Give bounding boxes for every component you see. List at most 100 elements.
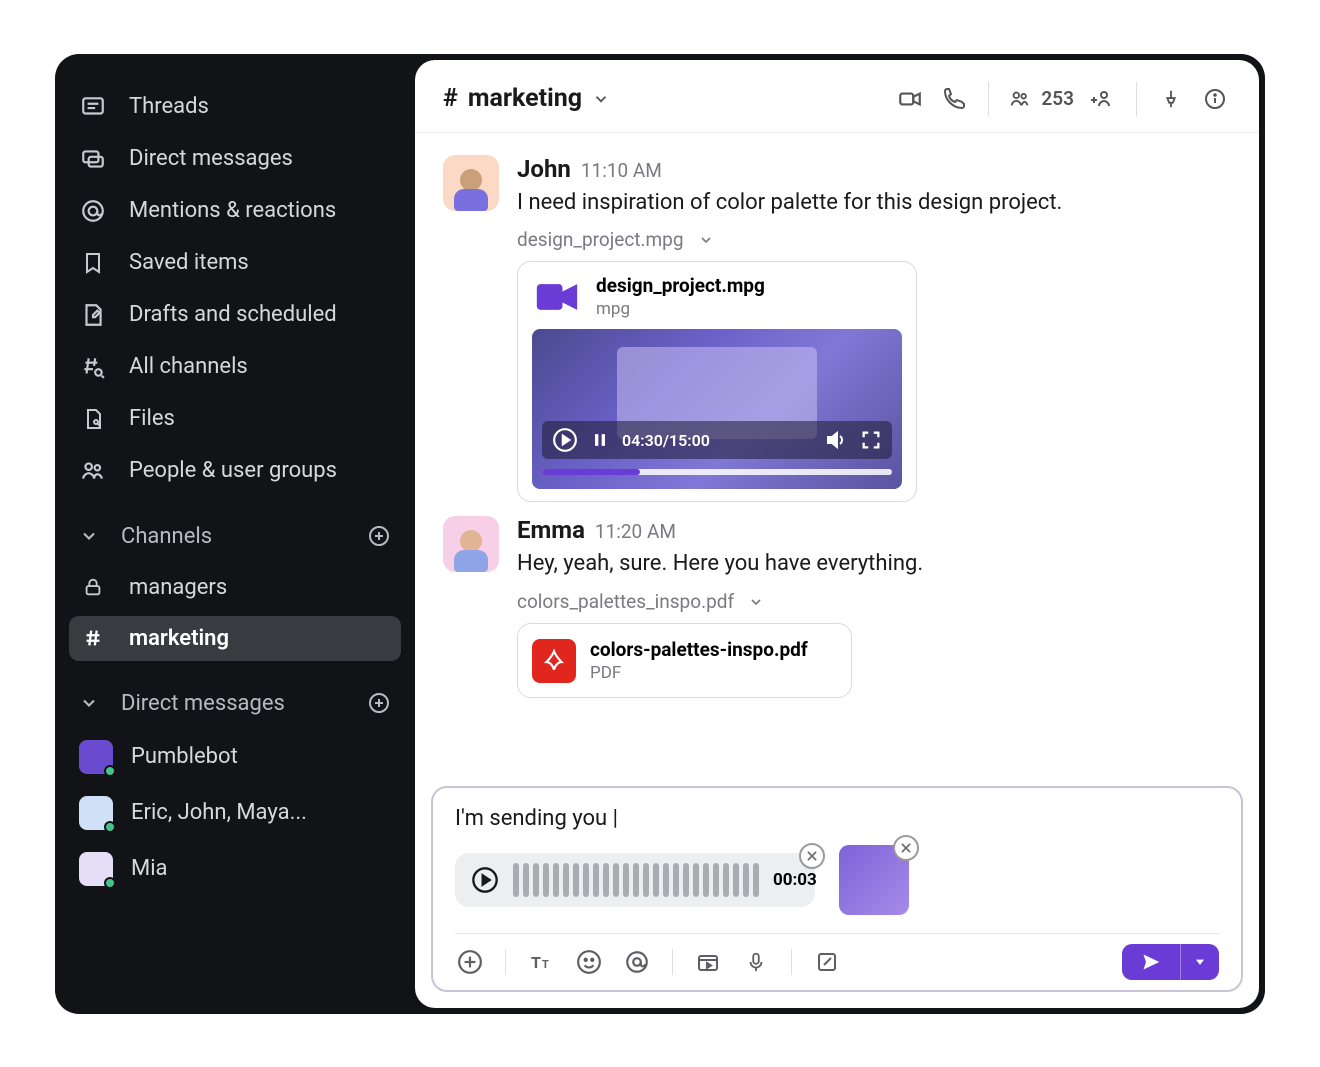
send-button[interactable] [1122, 944, 1219, 980]
channel-marketing[interactable]: marketing [69, 616, 401, 661]
message: John 11:10 AM I need inspiration of colo… [443, 155, 1231, 503]
waveform [513, 863, 759, 897]
file-ext: mpg [596, 299, 765, 319]
avatar [79, 852, 113, 886]
svg-text:T: T [531, 953, 541, 972]
nav-files[interactable]: Files [69, 396, 401, 442]
dm-icon [79, 146, 107, 172]
file-name: colors-palettes-inspo.pdf [590, 638, 808, 661]
main-panel: # marketing 253 [415, 60, 1259, 1008]
at-icon [79, 198, 107, 224]
lock-icon [79, 576, 107, 598]
chevron-down-icon [592, 90, 610, 108]
nav-all-channels[interactable]: All channels [69, 344, 401, 390]
draft-icon [79, 302, 107, 328]
video-progress[interactable] [542, 469, 892, 475]
composer-toolbar: TT [455, 933, 1219, 980]
dm-label: Pumblebot [131, 744, 238, 769]
image-attachment-chip[interactable] [839, 845, 909, 915]
video-preview[interactable]: 04:30/15:00 [532, 329, 902, 489]
emoji-button[interactable] [574, 947, 604, 977]
video-record-button[interactable] [693, 947, 723, 977]
channel-label: marketing [129, 626, 229, 651]
dm-section-header[interactable]: Direct messages [69, 681, 401, 726]
avatar[interactable] [443, 155, 499, 211]
add-channel-button[interactable] [367, 524, 391, 548]
nav-label: Mentions & reactions [129, 198, 336, 223]
audio-attachment-chip[interactable]: 00:03 [455, 853, 815, 907]
people-icon [79, 458, 107, 484]
play-icon[interactable] [471, 866, 499, 894]
volume-icon[interactable] [824, 428, 848, 452]
edit-button[interactable] [812, 947, 842, 977]
channel-label: managers [129, 575, 227, 600]
format-button[interactable]: TT [526, 947, 556, 977]
fullscreen-icon[interactable] [860, 429, 882, 451]
channel-managers[interactable]: managers [69, 565, 401, 610]
section-label: Direct messages [121, 691, 285, 716]
chevron-down-icon [79, 526, 99, 546]
channel-title-button[interactable]: # marketing [443, 84, 610, 113]
video-attachment[interactable]: design_project.mpg mpg 04:30/15:00 [517, 261, 917, 502]
remove-image-button[interactable] [893, 835, 919, 861]
nav-label: Direct messages [129, 146, 293, 171]
chevron-down-icon [79, 693, 99, 713]
avatar[interactable] [443, 516, 499, 572]
hash-prefix: # [443, 84, 458, 113]
attachment-label[interactable]: colors_palettes_inspo.pdf [517, 590, 1231, 613]
hash-icon [79, 627, 107, 649]
nav-direct-messages[interactable]: Direct messages [69, 136, 401, 182]
message-author[interactable]: Emma [517, 516, 585, 544]
avatar [79, 796, 113, 830]
pin-button[interactable] [1155, 83, 1187, 115]
remove-audio-button[interactable] [799, 843, 825, 869]
mention-button[interactable] [622, 947, 652, 977]
chevron-down-icon [748, 594, 764, 610]
message-time: 11:10 AM [581, 159, 662, 182]
hash-search-icon [79, 354, 107, 380]
dm-pumblebot[interactable]: Pumblebot [69, 732, 401, 782]
voice-call-button[interactable] [938, 83, 970, 115]
pause-icon[interactable] [590, 430, 610, 450]
dm-mia[interactable]: Mia [69, 844, 401, 894]
nav-label: People & user groups [129, 458, 337, 483]
avatar [79, 740, 113, 774]
file-icon [79, 406, 107, 432]
nav-saved[interactable]: Saved items [69, 240, 401, 286]
nav-label: Threads [129, 94, 209, 119]
message-composer: I'm sending you | 00:03 [431, 786, 1243, 992]
video-call-button[interactable] [894, 83, 926, 115]
message-time: 11:20 AM [595, 520, 676, 543]
chevron-down-icon [698, 232, 714, 248]
sidebar: Threads Direct messages Mentions & react… [55, 54, 415, 1014]
nav-drafts[interactable]: Drafts and scheduled [69, 292, 401, 338]
message-author[interactable]: John [517, 155, 571, 183]
member-count-value: 253 [1041, 87, 1074, 110]
nav-mentions[interactable]: Mentions & reactions [69, 188, 401, 234]
app-frame: Threads Direct messages Mentions & react… [55, 54, 1265, 1014]
channels-section-header[interactable]: Channels [69, 514, 401, 559]
audio-record-button[interactable] [741, 947, 771, 977]
nav-label: All channels [129, 354, 248, 379]
dm-group[interactable]: Eric, John, Maya... [69, 788, 401, 838]
attach-button[interactable] [455, 947, 485, 977]
play-icon[interactable] [552, 427, 578, 453]
video-file-icon [532, 276, 582, 318]
nav-label: Saved items [129, 250, 249, 275]
composer-input[interactable]: I'm sending you | [455, 800, 1219, 845]
add-people-button[interactable] [1086, 83, 1118, 115]
dm-label: Mia [131, 856, 168, 881]
member-count-button[interactable]: 253 [1007, 87, 1074, 110]
send-options-button[interactable] [1180, 944, 1219, 980]
message-text: I need inspiration of color palette for … [517, 187, 1231, 219]
nav-label: Drafts and scheduled [129, 302, 337, 327]
attachment-label[interactable]: design_project.mpg [517, 228, 1231, 251]
audio-duration: 00:03 [773, 870, 817, 890]
info-button[interactable] [1199, 83, 1231, 115]
add-dm-button[interactable] [367, 691, 391, 715]
nav-people[interactable]: People & user groups [69, 448, 401, 494]
pdf-attachment[interactable]: colors-palettes-inspo.pdf PDF [517, 623, 852, 698]
section-label: Channels [121, 524, 212, 549]
bookmark-icon [79, 250, 107, 276]
nav-threads[interactable]: Threads [69, 84, 401, 130]
